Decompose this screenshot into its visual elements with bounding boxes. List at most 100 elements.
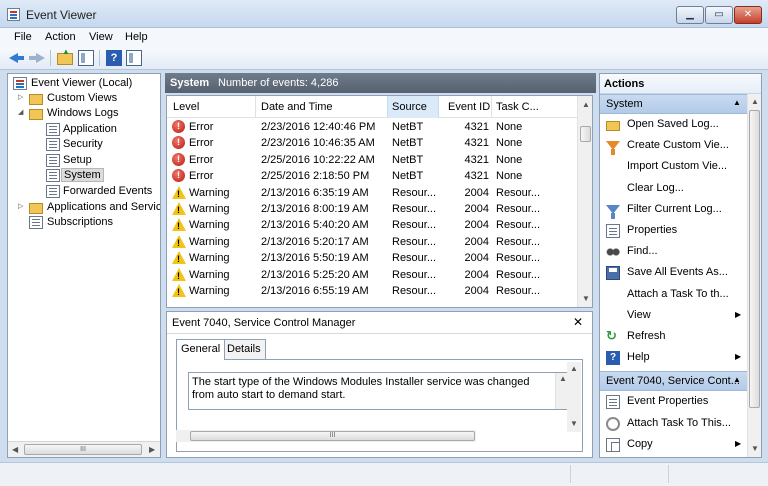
menu-file[interactable]: File [14, 31, 32, 43]
tree-item-custom-views[interactable]: ▷ Custom Views [8, 91, 160, 107]
error-icon: ! [172, 120, 185, 133]
scrollbar-thumb[interactable]: III [190, 431, 475, 441]
column-divider[interactable] [491, 96, 492, 118]
back-arrow-icon[interactable] [9, 50, 25, 66]
table-row[interactable]: Warning 2/13/2016 8:00:19 AM Resour... 2004… [167, 201, 577, 217]
tree-item-security[interactable]: Security [8, 137, 160, 153]
column-header-task-category[interactable]: Task C... [496, 101, 539, 113]
scroll-left-icon[interactable]: ◀ [12, 445, 18, 454]
detail-title: Event 7040, Service Control Manager [172, 317, 356, 329]
forward-arrow-icon[interactable] [29, 50, 45, 66]
menu-help[interactable]: Help [125, 31, 148, 43]
menu-view[interactable]: View [89, 31, 113, 43]
scrollbar-thumb[interactable] [580, 126, 591, 142]
column-header-date-time[interactable]: Date and Time [261, 101, 333, 113]
action-label: Filter Current Log... [627, 202, 722, 215]
table-row[interactable]: ! Error 2/25/2016 10:22:22 AM NetBT 4321 None [167, 152, 577, 168]
action-item[interactable]: Properties [600, 221, 747, 241]
action-item[interactable]: Create Custom Vie... [600, 136, 747, 156]
column-divider[interactable] [255, 96, 256, 118]
column-header-source[interactable]: Source [387, 96, 439, 118]
scroll-down-icon[interactable]: ▼ [582, 294, 590, 303]
expand-icon[interactable]: ▷ [18, 202, 26, 210]
tab-details[interactable]: Details [222, 339, 266, 359]
minimize-button[interactable]: ▁ [676, 6, 704, 24]
tab-general[interactable]: General [176, 339, 226, 360]
expand-icon[interactable]: ▷ [18, 93, 26, 101]
table-row[interactable]: ! Error 2/23/2016 12:40:46 PM NetBT 4321 None [167, 119, 577, 135]
event-description-box[interactable]: The start type of the Windows Modules In… [188, 372, 570, 410]
action-label: Copy [627, 437, 653, 450]
up-folder-icon[interactable] [57, 47, 73, 65]
action-item[interactable]: Open Saved Log... [600, 115, 747, 135]
detail-horizontal-scrollbar[interactable]: III [176, 430, 476, 442]
collapse-caret-icon[interactable]: ▲ [733, 98, 741, 107]
action-item[interactable]: Import Custom Vie... [600, 157, 747, 177]
binoculars-icon [606, 245, 620, 260]
scroll-up-icon[interactable]: ▲ [582, 100, 590, 109]
collapse-icon[interactable]: ◢ [18, 108, 26, 116]
action-item[interactable]: Save All Events As... [600, 263, 747, 283]
tree-item-applications-and-services[interactable]: ▷ Applications and Service [8, 200, 160, 216]
table-cell: Warning [189, 268, 230, 281]
actions-title: Actions [600, 74, 761, 94]
detail-vertical-scrollbar[interactable]: ▲ ▼ [567, 362, 581, 432]
action-item[interactable]: Attach a Task To th... [600, 285, 747, 305]
action-item[interactable]: Find... [600, 242, 747, 262]
scroll-down-icon[interactable]: ▼ [570, 419, 578, 428]
close-window-button[interactable]: ✕ [734, 6, 762, 24]
help-icon[interactable]: ? [106, 50, 122, 66]
action-item[interactable]: Event Properties [600, 392, 747, 412]
tree-item-subscriptions[interactable]: Subscriptions [8, 215, 160, 231]
actions-vertical-scrollbar[interactable]: ▲ ▼ [747, 94, 761, 457]
tree-item-forwarded-events[interactable]: Forwarded Events [8, 184, 160, 200]
action-label: View [627, 308, 651, 321]
help-icon: ? [606, 351, 620, 366]
show-hide-action-pane-icon[interactable] [126, 50, 142, 66]
tree-item-application[interactable]: Application [8, 122, 160, 138]
tree-item-setup[interactable]: Setup [8, 153, 160, 169]
log-header: System Number of events: 4,286 [165, 73, 596, 93]
table-row[interactable]: Warning 2/13/2016 5:50:19 AM Resour... 2004… [167, 250, 577, 266]
grid-vertical-scrollbar[interactable]: ▲ ▼ [577, 96, 592, 307]
actions-section-header[interactable]: System ▲ [600, 94, 747, 114]
table-row[interactable]: Warning 2/13/2016 5:40:20 AM Resour... 2004… [167, 217, 577, 233]
action-item[interactable]: ? Help ▶ [600, 348, 747, 368]
tree-horizontal-scrollbar[interactable]: ◀ III ▶ [8, 441, 160, 457]
table-cell: NetBT [392, 153, 424, 166]
scroll-up-icon[interactable]: ▲ [570, 364, 578, 373]
table-row[interactable]: Warning 2/13/2016 5:25:20 AM Resour... 2004… [167, 267, 577, 283]
collapse-caret-icon[interactable]: ▲ [733, 375, 741, 384]
scrollbar-thumb[interactable] [749, 110, 760, 408]
table-row[interactable]: ! Error 2/23/2016 10:46:35 AM NetBT 4321 None [167, 135, 577, 151]
scroll-down-icon[interactable]: ▼ [751, 444, 759, 453]
action-item[interactable]: ↻ Refresh [600, 327, 747, 347]
scrollbar-thumb[interactable]: III [24, 444, 142, 455]
table-row[interactable]: Warning 2/13/2016 5:20:17 AM Resour... 2004… [167, 234, 577, 250]
table-row[interactable]: ! Error 2/25/2016 2:18:50 PM NetBT 4321 None [167, 168, 577, 184]
tree-item-event-viewer-local[interactable]: Event Viewer (Local) [8, 76, 160, 92]
tree-item-system[interactable]: System [8, 168, 160, 184]
tree-item-label: Application [63, 123, 117, 135]
actions-section-header[interactable]: Event 7040, Service Cont... ▲ [600, 371, 747, 392]
scroll-up-icon[interactable]: ▲ [751, 97, 759, 106]
close-icon[interactable]: ✕ [573, 315, 583, 329]
column-header-level[interactable]: Level [173, 101, 199, 113]
scroll-up-icon[interactable]: ▲ [559, 374, 567, 383]
action-item[interactable]: View ▶ [600, 306, 747, 326]
menu-action[interactable]: Action [45, 31, 76, 43]
action-item[interactable]: Attach Task To This... [600, 414, 747, 434]
tree-item-windows-logs[interactable]: ◢ Windows Logs [8, 106, 160, 122]
action-item[interactable]: Clear Log... [600, 179, 747, 199]
table-cell: 2/13/2016 5:40:20 AM [261, 219, 369, 232]
maximize-button[interactable]: ▭ [705, 6, 733, 24]
show-hide-tree-icon[interactable] [78, 50, 94, 66]
table-row[interactable]: Warning 2/13/2016 6:55:19 AM Resour... 2004… [167, 283, 577, 299]
action-item[interactable]: Copy ▶ [600, 435, 747, 455]
action-item[interactable]: Filter Current Log... [600, 200, 747, 220]
table-row[interactable]: Warning 2/13/2016 6:35:19 AM Resour... 2004… [167, 185, 577, 201]
scroll-right-icon[interactable]: ▶ [149, 445, 155, 454]
column-header-event-id[interactable]: Event ID [448, 101, 490, 113]
log-icon [46, 138, 60, 151]
table-cell: Resour... [496, 268, 541, 281]
